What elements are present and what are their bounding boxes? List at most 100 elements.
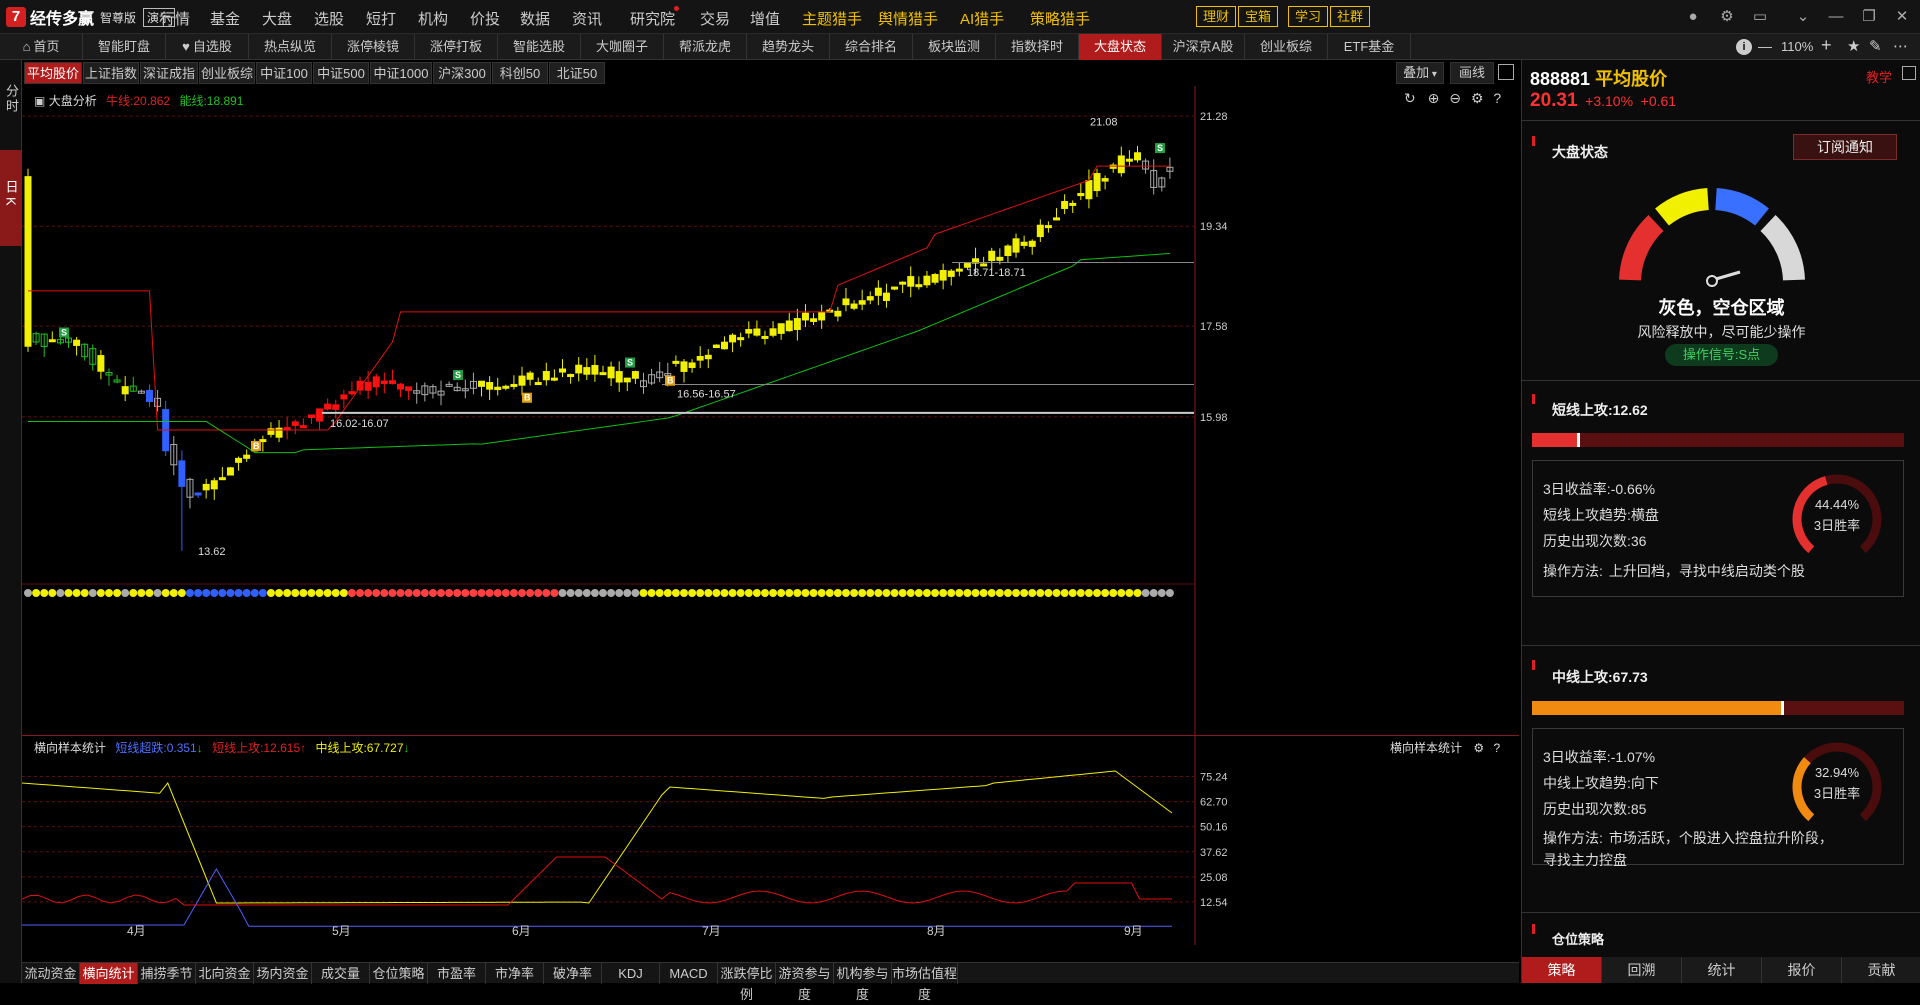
menu-item[interactable]: 选股 — [314, 8, 344, 29]
panel-toggle-icon[interactable] — [1902, 66, 1916, 80]
edit-icon[interactable]: ✎ — [1869, 37, 1882, 55]
nav-tab[interactable]: 帮派龙虎 — [664, 34, 747, 60]
info-icon[interactable]: i — [1736, 39, 1752, 55]
subscribe-button[interactable]: 订阅通知 — [1793, 134, 1897, 160]
index-tab[interactable]: 上证指数 — [83, 62, 139, 84]
candlestick-chart[interactable]: 21.28 19.34 17.58 15.98 21.08 18.71-18.71 16.5… — [22, 86, 1519, 786]
indicator-tab[interactable]: 游资参与度 — [776, 963, 834, 1002]
zoom-out-icon[interactable]: — — [1758, 38, 1772, 54]
right-panel-tab[interactable]: 报价 — [1762, 957, 1842, 983]
indicator-tab[interactable]: 捕捞季节 — [138, 963, 196, 984]
top-button[interactable]: 学习 — [1288, 6, 1329, 27]
menu-item[interactable]: 研究院 — [630, 8, 675, 29]
nav-tab[interactable]: 趋势龙头 — [747, 34, 830, 60]
menu-item[interactable]: AI猎手 — [960, 8, 1004, 29]
candle — [793, 308, 801, 341]
indicator-tab[interactable]: 流动资金 — [22, 963, 80, 984]
indicator-tab[interactable]: 破净率 — [544, 963, 602, 984]
top-button[interactable]: 宝箱 — [1238, 6, 1279, 27]
indicator-tab[interactable]: 市场估值程度 — [892, 963, 958, 1002]
menu-item[interactable]: 大盘 — [262, 8, 292, 29]
nav-tab[interactable]: 涨停棱镜 — [332, 34, 415, 60]
menu-item[interactable]: 价投 — [470, 8, 500, 29]
menu-item[interactable]: 增值 — [750, 8, 780, 29]
indicator-tab[interactable]: 北向资金 — [196, 963, 254, 984]
window-icon[interactable]: ▭ — [1750, 7, 1770, 27]
menu-item[interactable]: 短打 — [366, 8, 396, 29]
nav-tab[interactable]: 沪深京A股 — [1162, 34, 1245, 60]
candle — [931, 272, 939, 285]
indicator-tab[interactable]: 机构参与度 — [834, 963, 892, 1002]
menu-item[interactable]: 行情 — [160, 8, 190, 29]
indicator-tab[interactable]: 场内资金 — [254, 963, 312, 984]
nav-tab[interactable]: 大盘状态 — [1079, 34, 1162, 60]
restore-icon[interactable]: ❐ — [1859, 7, 1879, 27]
index-tab[interactable]: 深证成指 — [140, 62, 198, 84]
more-icon[interactable]: ⋯ — [1893, 37, 1908, 55]
short-return-row: 3日收益率:-0.66% — [1543, 479, 1655, 499]
nav-tab[interactable]: 综合排名 — [830, 34, 913, 60]
chevron-down-icon[interactable]: ⌄ — [1793, 7, 1813, 27]
app-logo[interactable]: 7 经传多赢 智尊版 演示 — [6, 6, 176, 28]
nav-tab[interactable]: ♥ 自选股 — [166, 34, 249, 60]
minimize-icon[interactable]: — — [1826, 7, 1846, 27]
gear-icon[interactable]: ⚙ — [1717, 7, 1737, 27]
close-icon[interactable]: ✕ — [1892, 7, 1912, 27]
menu-item[interactable]: 交易 — [700, 8, 730, 29]
menu-item[interactable]: 基金 — [210, 8, 240, 29]
menu-item[interactable]: 机构 — [418, 8, 448, 29]
index-tab[interactable]: 平均股价 — [24, 62, 82, 84]
indicator-tab[interactable]: 市净率 — [486, 963, 544, 984]
indicator-tab[interactable]: 仓位策略 — [370, 963, 428, 984]
grid-icon[interactable] — [1498, 64, 1514, 80]
candle — [186, 477, 194, 509]
state-dot — [906, 589, 915, 597]
index-tab[interactable]: 中证100 — [256, 62, 312, 84]
right-panel-tab[interactable]: 策略 — [1522, 957, 1602, 983]
nav-tab[interactable]: 智能盯盘 — [83, 34, 166, 60]
index-tab[interactable]: 科创50 — [492, 62, 548, 84]
sample-stats-chart[interactable]: 75.24 62.70 50.16 37.62 25.08 12.54 4月 5月 6月 7月 8月… — [22, 735, 1519, 945]
menu-item[interactable]: 策略猎手 — [1030, 8, 1090, 29]
indicator-tab[interactable]: 涨跌停比例 — [718, 963, 776, 1002]
candle — [866, 291, 874, 305]
zoom-in-icon[interactable]: + — [1821, 35, 1832, 56]
menu-item[interactable]: 舆情猎手 — [878, 8, 938, 29]
index-tab[interactable]: 创业板综 — [199, 62, 255, 84]
right-panel-tab[interactable]: 回溯 — [1602, 957, 1682, 983]
right-panel-tab[interactable]: 贡献 — [1842, 957, 1920, 983]
index-tab[interactable]: 沪深300 — [433, 62, 491, 84]
index-tab[interactable]: 中证500 — [313, 62, 369, 84]
user-icon[interactable]: ● — [1683, 7, 1703, 27]
indicator-tab[interactable]: MACD — [660, 963, 718, 984]
index-tab[interactable]: 北证50 — [549, 62, 605, 84]
indicator-tab[interactable]: KDJ — [602, 963, 660, 984]
indicator-tab[interactable]: 横向统计 — [80, 963, 138, 984]
tab-daily-k[interactable]: 日K — [0, 150, 22, 246]
overlay-button[interactable]: 叠加 ▾ — [1396, 62, 1444, 84]
tab-intraday[interactable]: 分时 — [0, 84, 22, 124]
state-dot — [194, 589, 203, 597]
top-button[interactable]: 社群 — [1330, 6, 1371, 27]
indicator-tab[interactable]: 市盈率 — [428, 963, 486, 984]
nav-tab[interactable]: 板块监测 — [913, 34, 996, 60]
nav-tab[interactable]: 涨停打板 — [415, 34, 498, 60]
menu-item[interactable]: 数据 — [520, 8, 550, 29]
menu-item[interactable]: 主题猎手 — [802, 8, 862, 29]
menu-item[interactable]: 资讯 — [572, 8, 602, 29]
draw-line-button[interactable]: 画线 — [1450, 62, 1494, 84]
nav-tab[interactable]: 大咖圈子 — [581, 34, 664, 60]
nav-tab[interactable]: 创业板综 — [1245, 34, 1328, 60]
nav-tab[interactable]: ETF基金 — [1328, 34, 1411, 60]
nav-tab[interactable]: 热点纵览 — [249, 34, 332, 60]
nav-tab[interactable]: 智能选股 — [498, 34, 581, 60]
index-tab[interactable]: 中证1000 — [370, 62, 432, 84]
nav-tab[interactable]: ⌂ 首页 — [0, 34, 83, 60]
star-icon[interactable]: ★ — [1847, 37, 1860, 55]
teach-link[interactable]: 教学 — [1866, 67, 1892, 86]
top-button[interactable]: 理财 — [1196, 6, 1237, 27]
right-panel-tab[interactable]: 统计 — [1682, 957, 1762, 983]
candle — [1093, 168, 1101, 197]
nav-tab[interactable]: 指数择时 — [996, 34, 1079, 60]
indicator-tab[interactable]: 成交量 — [312, 963, 370, 984]
